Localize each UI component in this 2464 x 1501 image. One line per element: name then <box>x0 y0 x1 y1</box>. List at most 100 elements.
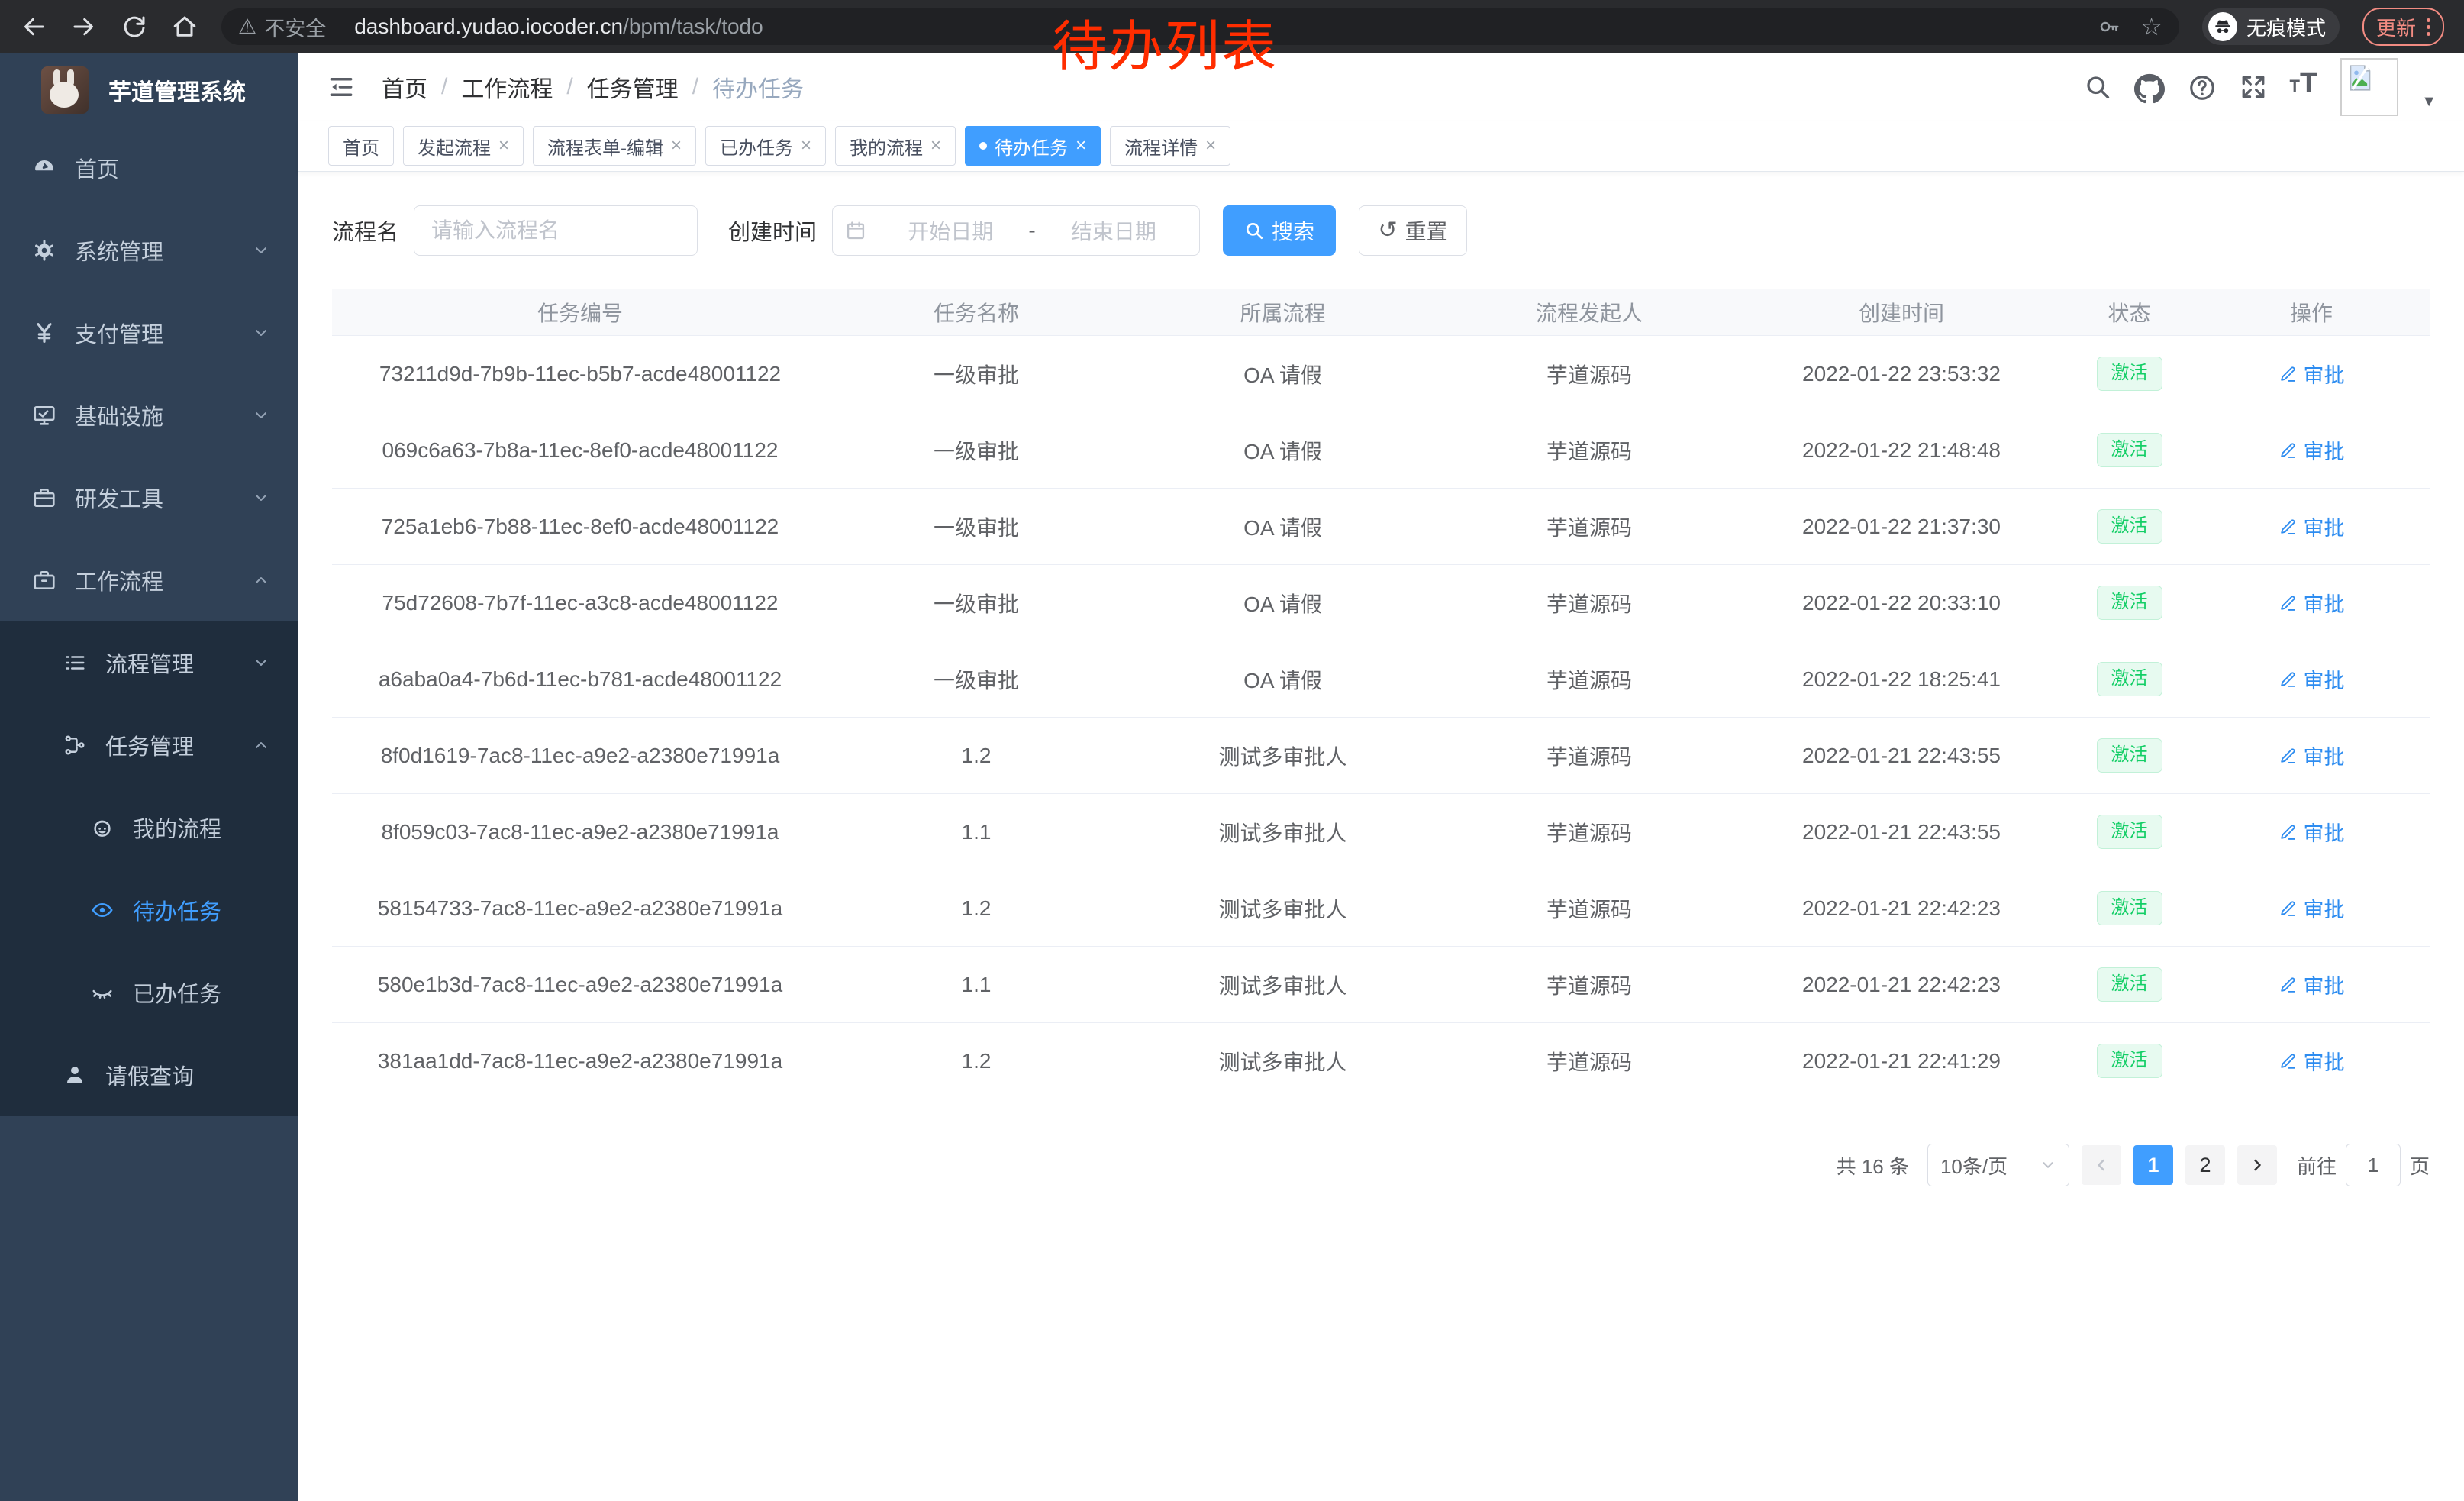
approve-link[interactable]: 审批 <box>2279 893 2345 923</box>
eye-icon <box>89 899 116 922</box>
process-cell: 测试多审批人 <box>1124 870 1441 947</box>
task-id-cell: 580e1b3d-7ac8-11ec-a9e2-a2380e71991a <box>332 947 828 1023</box>
header-process: 所属流程 <box>1124 289 1441 336</box>
tab-my-process[interactable]: 我的流程× <box>835 126 956 166</box>
breadcrumb-home[interactable]: 首页 <box>382 70 427 104</box>
sidebar-item-home[interactable]: 首页 <box>0 127 298 209</box>
create-time-label: 创建时间 <box>728 215 817 247</box>
chevron-down-icon <box>252 654 270 672</box>
home-icon[interactable] <box>171 13 198 40</box>
bookmark-star-icon[interactable]: ☆ <box>2140 15 2162 39</box>
tab-start-process[interactable]: 发起流程× <box>403 126 524 166</box>
incognito-icon <box>2208 12 2237 41</box>
security-label[interactable]: 不安全 <box>264 12 326 42</box>
close-icon[interactable]: × <box>1076 137 1086 155</box>
process-name-input[interactable] <box>414 205 698 256</box>
sidebar-item-infrastructure[interactable]: 基础设施 <box>0 374 298 457</box>
update-chrome-button[interactable]: 更新 <box>2362 8 2444 46</box>
tree-icon <box>61 734 89 757</box>
prev-page-button[interactable] <box>2082 1145 2121 1185</box>
close-icon[interactable]: × <box>801 137 811 155</box>
close-icon[interactable]: × <box>1205 137 1216 155</box>
broken-image-icon <box>2345 63 2375 93</box>
task-id-cell: 381aa1dd-7ac8-11ec-a9e2-a2380e71991a <box>332 1023 828 1099</box>
header-status: 状态 <box>2066 289 2193 336</box>
close-icon[interactable]: × <box>498 137 509 155</box>
breadcrumb-workflow[interactable]: 工作流程 <box>461 70 553 104</box>
tab-process-form-edit[interactable]: 流程表单-编辑× <box>533 126 696 166</box>
next-page-button[interactable] <box>2237 1145 2277 1185</box>
font-size-icon[interactable]: TT <box>2290 70 2318 96</box>
chevron-down-icon <box>252 324 270 342</box>
end-date-placeholder[interactable]: 结束日期 <box>1040 215 1187 246</box>
back-icon[interactable] <box>20 13 47 40</box>
key-icon[interactable] <box>2098 15 2121 38</box>
page-size-select[interactable]: 10条/页 <box>1927 1144 2069 1186</box>
sidebar-item-workflow[interactable]: 工作流程 <box>0 539 298 621</box>
approve-link[interactable]: 审批 <box>2279 1046 2345 1076</box>
reload-icon[interactable] <box>121 13 148 40</box>
approve-link[interactable]: 审批 <box>2279 741 2345 770</box>
app-title: 芋道管理系统 <box>108 73 246 107</box>
sidebar-item-system[interactable]: 系统管理 <box>0 209 298 292</box>
sidebar-item-payment[interactable]: 支付管理 <box>0 292 298 374</box>
forward-icon[interactable] <box>70 13 98 40</box>
sidebar-item-devtools[interactable]: 研发工具 <box>0 457 298 539</box>
approve-link[interactable]: 审批 <box>2279 588 2345 618</box>
sidebar-item-done-tasks[interactable]: 已办任务 <box>0 951 298 1034</box>
github-icon[interactable] <box>2134 73 2165 104</box>
date-range-picker[interactable]: 开始日期 - 结束日期 <box>832 205 1200 256</box>
approve-link[interactable]: 审批 <box>2279 512 2345 541</box>
sidebar-item-process-management[interactable]: 流程管理 <box>0 621 298 704</box>
avatar-dropdown-caret-icon[interactable]: ▼ <box>2421 93 2437 111</box>
process-cell: 测试多审批人 <box>1124 794 1441 870</box>
status-cell: 激活 <box>2066 794 2193 870</box>
app-logo[interactable]: 芋道管理系统 <box>0 53 298 127</box>
approve-link[interactable]: 审批 <box>2279 970 2345 999</box>
starter-cell: 芋道源码 <box>1441 489 1737 565</box>
page-button-2[interactable]: 2 <box>2185 1145 2225 1185</box>
tab-todo-tasks[interactable]: 待办任务× <box>965 126 1101 166</box>
tab-done-tasks[interactable]: 已办任务× <box>705 126 826 166</box>
task-name-cell: 1.2 <box>828 870 1124 947</box>
start-date-placeholder[interactable]: 开始日期 <box>877 215 1024 246</box>
task-id-cell: 725a1eb6-7b88-11ec-8ef0-acde48001122 <box>332 489 828 565</box>
status-cell: 激活 <box>2066 1023 2193 1099</box>
starter-cell: 芋道源码 <box>1441 565 1737 641</box>
breadcrumb-task-management[interactable]: 任务管理 <box>587 70 679 104</box>
search-icon[interactable] <box>2084 73 2111 101</box>
browser-menu-icon[interactable] <box>2427 18 2430 36</box>
help-icon[interactable] <box>2188 73 2217 102</box>
edit-pen-icon <box>2279 364 2298 383</box>
page-button-1[interactable]: 1 <box>2133 1145 2173 1185</box>
incognito-label: 无痕模式 <box>2246 13 2326 41</box>
reset-button[interactable]: ↺ 重置 <box>1359 205 1467 256</box>
sidebar-item-my-process[interactable]: 我的流程 <box>0 786 298 869</box>
status-badge: 激活 <box>2097 509 2162 544</box>
header-actions: 操作 <box>2193 289 2430 336</box>
task-name-cell: 一级审批 <box>828 489 1124 565</box>
task-id-cell: 73211d9d-7b9b-11ec-b5b7-acde48001122 <box>332 336 828 412</box>
status-cell: 激活 <box>2066 489 2193 565</box>
approve-link[interactable]: 审批 <box>2279 359 2345 389</box>
status-cell: 激活 <box>2066 870 2193 947</box>
approve-link[interactable]: 审批 <box>2279 817 2345 847</box>
approve-link[interactable]: 审批 <box>2279 664 2345 694</box>
sidebar-item-todo-tasks[interactable]: 待办任务 <box>0 869 298 951</box>
tab-process-detail[interactable]: 流程详情× <box>1110 126 1230 166</box>
tab-home[interactable]: 首页 <box>328 126 394 166</box>
action-cell: 审批 <box>2193 565 2430 641</box>
close-icon[interactable]: × <box>930 137 941 155</box>
update-label[interactable]: 更新 <box>2376 13 2416 41</box>
sidebar-fold-icon[interactable] <box>327 73 356 102</box>
goto-page-input[interactable] <box>2346 1144 2401 1186</box>
approve-link[interactable]: 审批 <box>2279 435 2345 465</box>
starter-cell: 芋道源码 <box>1441 641 1737 718</box>
search-button[interactable]: 搜索 <box>1223 205 1336 256</box>
avatar[interactable] <box>2340 58 2398 116</box>
close-icon[interactable]: × <box>671 137 682 155</box>
sidebar-item-leave-query[interactable]: 请假查询 <box>0 1034 298 1116</box>
fullscreen-icon[interactable] <box>2240 73 2267 101</box>
sidebar-item-task-management[interactable]: 任务管理 <box>0 704 298 786</box>
created-cell: 2022-01-21 22:42:23 <box>1737 947 2066 1023</box>
